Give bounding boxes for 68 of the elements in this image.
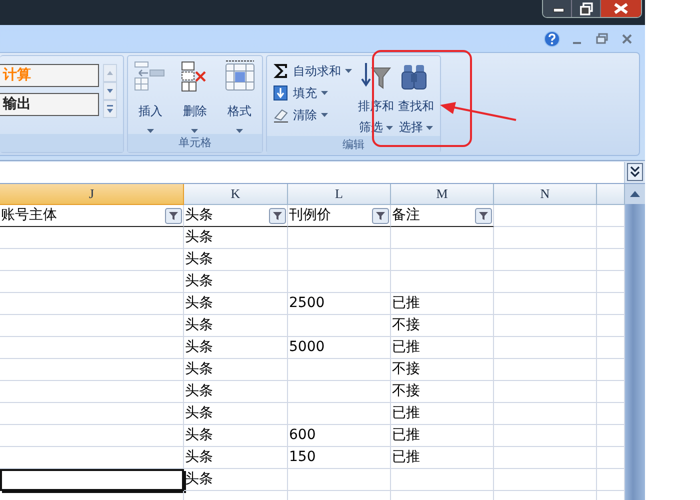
header-text: 头条 [184, 206, 213, 225]
sort-filter-icon[interactable] [360, 60, 392, 92]
insert-button[interactable]: 插入 [132, 60, 168, 134]
column-header[interactable]: M [391, 184, 494, 205]
active-cell[interactable] [0, 469, 184, 491]
table-cell: 已推 [391, 403, 494, 425]
table-cell: 头条 [184, 359, 288, 381]
format-cells-icon[interactable] [224, 60, 256, 92]
caret-icon[interactable] [321, 91, 328, 95]
more-styles-button[interactable] [103, 100, 117, 118]
table-cell: 不接 [391, 381, 494, 403]
column-header[interactable]: J [0, 184, 184, 205]
restore-icon[interactable] [571, 0, 601, 17]
table-cell: 不接 [391, 359, 494, 381]
table-cell: 已推 [391, 447, 494, 469]
column-header[interactable]: N [494, 184, 597, 205]
header-text: 刊例价 [288, 206, 331, 225]
table-cell: 600 [288, 425, 391, 447]
expand-formula-button[interactable] [627, 163, 643, 181]
caret-icon[interactable] [426, 126, 433, 130]
table-cell: 5000 [288, 337, 391, 359]
group-label: 编辑 [267, 136, 440, 154]
table-cell: 头条 [184, 403, 288, 425]
fill-down-icon[interactable] [273, 85, 289, 101]
scroll-down-button[interactable] [103, 82, 117, 100]
find-button[interactable]: 查找和 选择 [397, 60, 435, 136]
table-cell: 头条 [184, 337, 288, 359]
table-cell: 头条 [184, 249, 288, 271]
table-cell: 不接 [391, 315, 494, 337]
header-text: 备注 [391, 206, 420, 225]
scroll-up-button[interactable] [625, 184, 645, 204]
filter-dropdown-button[interactable] [165, 208, 182, 224]
caret-icon[interactable] [386, 126, 393, 130]
column-header[interactable]: K [184, 184, 288, 205]
table-cell: 头条 [184, 447, 288, 469]
sigma-icon[interactable] [273, 63, 289, 79]
scrollbar-thumb[interactable] [625, 204, 645, 500]
table-cell: 头条 [184, 227, 288, 249]
table-cell: 150 [288, 447, 391, 469]
delete-button[interactable]: 删除 [176, 60, 213, 134]
filter-dropdown-button[interactable] [475, 208, 492, 224]
table-cell: 头条 [184, 315, 288, 337]
filter-dropdown-button[interactable] [269, 208, 286, 224]
eraser-icon[interactable] [273, 107, 289, 123]
column-header[interactable]: L [288, 184, 391, 205]
table-cell: 2500 [288, 293, 391, 315]
minimize-icon[interactable] [543, 0, 571, 17]
table-cell: 头条 [184, 425, 288, 447]
format-button[interactable]: 格式 [222, 60, 258, 134]
table-cell: 已推 [391, 337, 494, 359]
formula-field[interactable] [0, 162, 625, 182]
table-cell: 头条 [184, 293, 288, 315]
table-cell: 已推 [391, 425, 494, 447]
table-cell: 已推 [391, 293, 494, 315]
filter-dropdown-button[interactable] [372, 208, 389, 224]
fill-button[interactable]: 填充 [273, 84, 355, 102]
group-label: 单元格 [128, 134, 262, 152]
header-text: 账号主体 [0, 206, 57, 225]
table-cell: 头条 [184, 271, 288, 293]
caret-icon[interactable] [345, 69, 352, 73]
close-icon[interactable] [601, 0, 641, 17]
insert-cells-icon[interactable] [134, 60, 166, 92]
clear-button[interactable]: 清除 [273, 106, 355, 124]
caret-icon[interactable] [321, 113, 328, 117]
cell-style-item[interactable]: 输出 [0, 93, 99, 116]
table-cell: 头条 [184, 381, 288, 403]
help-icon[interactable] [544, 30, 560, 46]
sum-button[interactable]: 自动求和 [273, 62, 355, 80]
